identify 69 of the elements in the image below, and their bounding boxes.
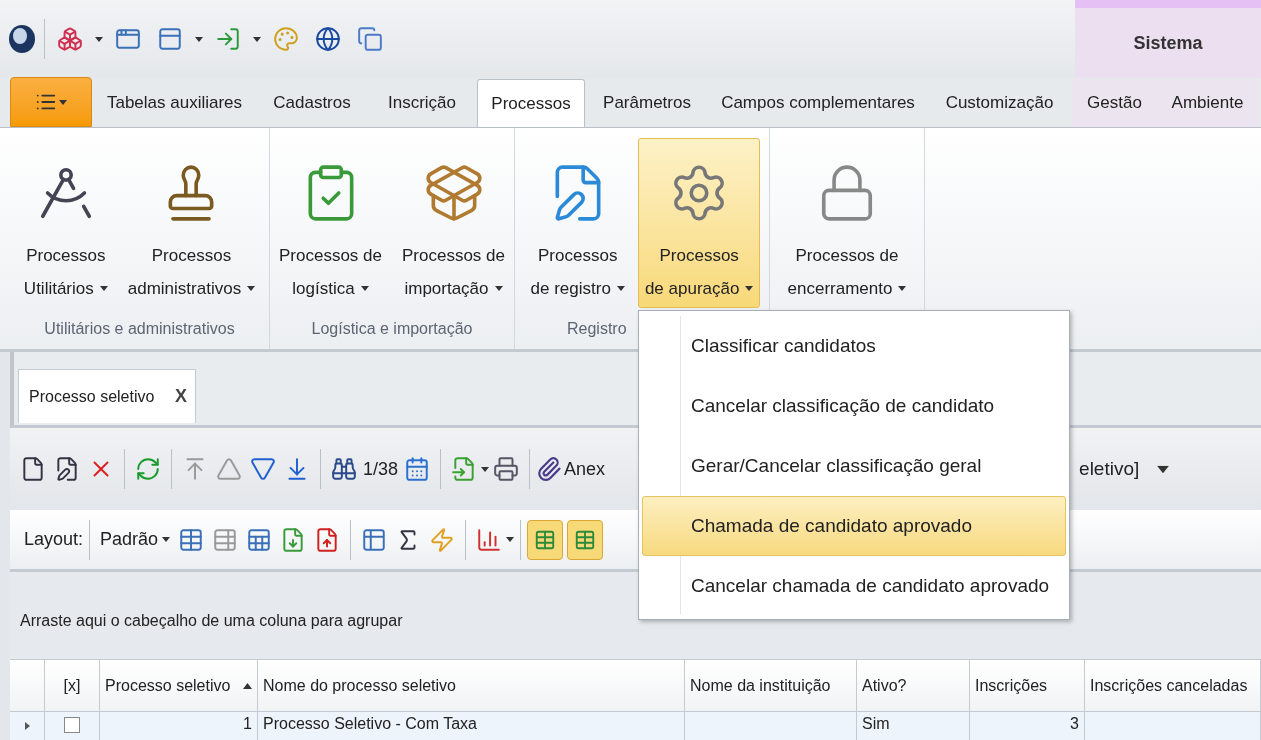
layout-label: Layout: bbox=[24, 528, 84, 551]
caret-icon bbox=[162, 537, 171, 542]
column-header[interactable]: [x] bbox=[45, 660, 100, 711]
ribbon-button[interactable]: Processos de encerramento bbox=[780, 138, 914, 308]
row-indicator-icon bbox=[24, 722, 30, 730]
ribbon-group-label: Utilitários e administrativos bbox=[44, 318, 235, 339]
menu-item[interactable]: Cancelar classificação de candidato bbox=[642, 376, 1066, 436]
table-cell-text: Sim bbox=[862, 714, 890, 734]
caret-icon bbox=[745, 285, 754, 291]
caret-icon bbox=[1157, 465, 1170, 473]
ribbon-button[interactable]: Processos de logística bbox=[272, 138, 389, 308]
table-cell-text: 1 bbox=[243, 714, 252, 734]
ribbon-tab[interactable]: Tabelas auxiliares bbox=[92, 79, 257, 127]
layout-dropdown[interactable]: Padrão bbox=[96, 526, 175, 553]
row-checkbox[interactable] bbox=[64, 717, 80, 733]
caret-icon bbox=[253, 36, 261, 42]
view-toggle-button[interactable] bbox=[527, 519, 564, 560]
ribbon-button[interactable]: Processos de registro bbox=[523, 138, 632, 308]
record-counter: 1/38 bbox=[363, 457, 399, 481]
caret-icon bbox=[481, 466, 490, 472]
ribbon-tab[interactable]: Ambiente bbox=[1157, 79, 1258, 127]
ribbon-tab[interactable]: Processos bbox=[477, 79, 585, 127]
context-group-label: Sistema bbox=[1133, 31, 1203, 55]
ribbon-tab[interactable]: Inscrição bbox=[367, 79, 477, 127]
column-header[interactable]: Processo seletivo bbox=[100, 660, 258, 711]
ribbon-tab[interactable]: Campos complementares bbox=[709, 79, 927, 127]
close-tab-button[interactable]: X bbox=[175, 383, 187, 410]
caret-icon bbox=[99, 285, 108, 291]
attachments-label: eletivo] bbox=[1079, 456, 1140, 481]
caret-icon bbox=[247, 285, 256, 291]
ribbon-button[interactable]: Processos de importação bbox=[395, 138, 512, 308]
caret-icon bbox=[616, 285, 625, 291]
menu-item[interactable]: Chamada de candidato aprovado bbox=[642, 496, 1066, 556]
attachments-button[interactable]: Anex bbox=[564, 455, 606, 483]
view-toggle-button[interactable] bbox=[567, 519, 604, 560]
caret-icon bbox=[360, 285, 369, 291]
caret-icon bbox=[59, 99, 67, 105]
ribbon-button[interactable]: Processos Utilitários bbox=[16, 138, 115, 308]
table-icon bbox=[574, 528, 597, 551]
column-header[interactable]: Nome da instituição bbox=[685, 660, 857, 711]
ribbon-tab[interactable]: Gestão bbox=[1072, 79, 1157, 127]
ribbon-tab[interactable]: Cadastros bbox=[257, 79, 367, 127]
column-header[interactable]: Inscrições bbox=[970, 660, 1085, 711]
table-icon bbox=[534, 528, 557, 551]
ribbon-group-label: Registro bbox=[567, 318, 627, 339]
ribbon-button[interactable]: Processos administrativos bbox=[120, 138, 263, 308]
tab-label: Processo seletivo bbox=[29, 386, 155, 407]
ribbon-button[interactable]: Processos de apuração bbox=[637, 138, 761, 308]
document-tab[interactable]: Processo seletivo X bbox=[18, 369, 196, 423]
menu-item[interactable]: Gerar/Cancelar classificação geral bbox=[642, 436, 1066, 496]
table-cell-text: Processo Seletivo - Com Taxa bbox=[263, 714, 477, 734]
ribbon-tab[interactable]: Parâmetros bbox=[585, 79, 709, 127]
caret-icon bbox=[195, 36, 203, 42]
caret-icon bbox=[898, 285, 907, 291]
app-menu-button[interactable] bbox=[10, 77, 92, 127]
group-by-hint: Arraste aqui o cabeçalho de uma coluna para agrupar bbox=[20, 610, 403, 631]
column-header[interactable]: Ativo? bbox=[857, 660, 970, 711]
ribbon-group-label: Logística e importação bbox=[311, 318, 473, 339]
ribbon-tab[interactable]: Customização bbox=[927, 79, 1072, 127]
column-header[interactable]: Inscrições canceladas bbox=[1085, 660, 1261, 711]
menu-item[interactable]: Cancelar chamada de candidato aprovado bbox=[642, 556, 1066, 616]
caret-icon bbox=[95, 36, 103, 42]
table-cell-text: 3 bbox=[1070, 714, 1079, 734]
column-header[interactable]: Nome do processo seletivo bbox=[258, 660, 685, 711]
app-logo-icon[interactable] bbox=[8, 24, 36, 54]
caret-icon bbox=[506, 537, 515, 542]
paperclip-icon bbox=[536, 456, 563, 482]
menu-item[interactable]: Classificar candidatos bbox=[642, 316, 1066, 376]
caret-icon bbox=[494, 285, 503, 291]
